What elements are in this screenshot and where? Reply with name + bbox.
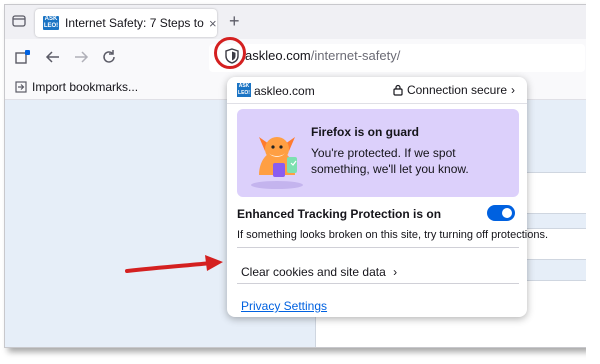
import-bookmarks-label: Import bookmarks... — [32, 80, 139, 94]
etp-toggle[interactable] — [487, 205, 515, 221]
clear-cookies-button[interactable]: Clear cookies and site data › — [241, 265, 397, 279]
etp-description: If something looks broken on this site, … — [237, 229, 549, 241]
browser-window: ASK LEO! Internet Safety: 7 Steps to Sta… — [4, 4, 588, 348]
separator — [237, 247, 519, 248]
chevron-right-icon: › — [393, 265, 398, 279]
privacy-settings-link[interactable]: Privacy Settings — [241, 299, 327, 313]
url-host: askleo.com — [245, 48, 311, 63]
extensions-icon[interactable] — [13, 47, 33, 67]
site-info-panel: ASK LEO! askleo.com Connection secure › — [227, 77, 548, 317]
separator — [237, 283, 519, 284]
new-tab-button[interactable]: + — [229, 12, 240, 30]
site-logo: ASK LEO! — [237, 83, 251, 97]
guard-text: You're protected. If we spot something, … — [311, 146, 469, 176]
panel-header: ASK LEO! askleo.com Connection secure › — [227, 77, 527, 104]
back-icon[interactable] — [43, 47, 63, 67]
guard-card: Firefox is on guard You're protected. If… — [237, 109, 519, 197]
etp-label: Enhanced Tracking Protection is on — [237, 207, 442, 221]
tab-bar: ASK LEO! Internet Safety: 7 Steps to Sta… — [5, 5, 587, 39]
import-icon — [15, 81, 27, 93]
connection-secure-button[interactable]: Connection secure › — [393, 83, 515, 97]
guard-title: Firefox is on guard — [311, 125, 420, 139]
annotation-arrow — [125, 255, 223, 273]
torn-edge — [586, 0, 600, 364]
lock-icon — [393, 84, 403, 96]
close-tab-icon[interactable]: × — [209, 16, 217, 31]
chevron-right-icon: › — [511, 83, 515, 97]
url-path: /internet-safety/ — [310, 48, 401, 63]
fox-illustration — [251, 137, 303, 189]
tab-active[interactable]: ASK LEO! Internet Safety: 7 Steps to Sta… — [35, 9, 217, 37]
connection-label: Connection secure — [406, 83, 507, 97]
panel-site: askleo.com — [254, 84, 315, 98]
background-card — [525, 172, 587, 214]
clear-cookies-label: Clear cookies and site data — [241, 265, 386, 279]
forward-icon[interactable] — [71, 47, 91, 67]
tab-title: Internet Safety: 7 Steps to Staying Safe — [65, 16, 205, 30]
list-all-tabs-icon[interactable] — [9, 11, 29, 31]
import-bookmarks-button[interactable]: Import bookmarks... — [15, 80, 138, 94]
site-favicon: ASK LEO! — [43, 16, 59, 30]
url-text[interactable]: askleo.com/internet-safety/ — [245, 48, 400, 63]
reload-icon[interactable] — [99, 47, 119, 67]
shield-icon[interactable] — [221, 45, 243, 67]
